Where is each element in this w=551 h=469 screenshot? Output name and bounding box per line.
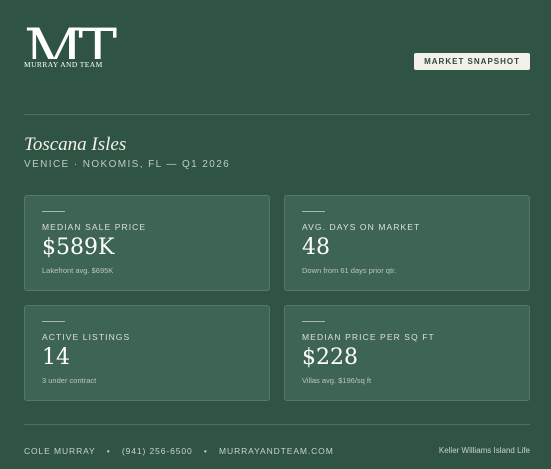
card-accent-line	[302, 211, 325, 212]
stat-label: ACTIVE LISTINGS	[42, 332, 131, 342]
agent-contact: COLE MURRAY • (941) 256-6500 • MURRAYAND…	[24, 446, 334, 456]
stat-value: $228	[302, 345, 358, 370]
stat-value: $589K	[42, 235, 115, 260]
agent-name: COLE MURRAY	[24, 446, 96, 456]
card-accent-line	[42, 211, 65, 212]
stat-note: Lakefront avg. $695K	[42, 266, 114, 275]
stat-label: MEDIAN PRICE PER SQ FT	[302, 332, 435, 342]
logo-monogram: MT	[24, 16, 117, 84]
agent-website: MURRAYANDTEAM.COM	[219, 446, 334, 456]
separator-dot: •	[106, 446, 111, 456]
stat-label: AVG. DAYS ON MARKET	[302, 222, 421, 232]
card-accent-line	[302, 321, 325, 322]
stat-note: Villas avg. $196/sq ft	[302, 376, 372, 385]
stat-value: 48	[302, 235, 330, 260]
market-snapshot-badge: MARKET SNAPSHOT	[414, 53, 530, 70]
stat-card-median-sale-price: MEDIAN SALE PRICE $589K Lakefront avg. $…	[24, 195, 270, 291]
stat-label: MEDIAN SALE PRICE	[42, 222, 147, 232]
stat-card-avg-days-on-market: AVG. DAYS ON MARKET 48 Down from 61 days…	[284, 195, 530, 291]
page-title: Toscana Isles	[24, 134, 127, 155]
stat-card-active-listings: ACTIVE LISTINGS 14 3 under contract	[24, 305, 270, 401]
separator-dot: •	[203, 446, 208, 456]
agent-phone: (941) 256-6500	[121, 446, 193, 456]
brand-logo: MT MURRAY AND TEAM	[24, 18, 120, 86]
location-quarter-subtitle: VENICE · NOKOMIS, FL — Q1 2026	[24, 159, 231, 170]
stat-note: Down from 61 days prior qtr.	[302, 266, 397, 275]
logo-wordmark: MURRAY AND TEAM	[24, 59, 116, 70]
header-divider	[24, 114, 530, 115]
card-accent-line	[42, 321, 65, 322]
stat-note: 3 under contract	[42, 376, 97, 385]
footer-divider	[24, 424, 530, 425]
brokerage-name: Keller Williams Island Life	[438, 446, 530, 455]
stat-card-median-price-per-sqft: MEDIAN PRICE PER SQ FT $228 Villas avg. …	[284, 305, 530, 401]
stat-value: 14	[42, 345, 70, 370]
